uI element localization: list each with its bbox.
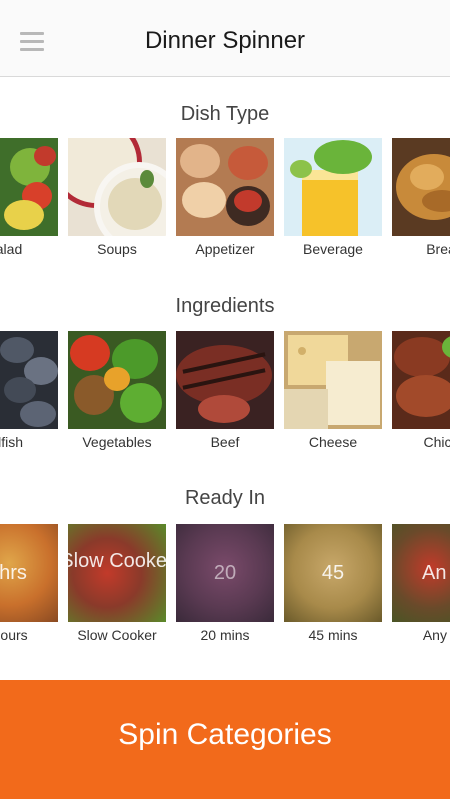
top-bar: Dinner Spinner <box>0 0 450 77</box>
ready-overlay-text: An <box>422 562 447 584</box>
section-title-ready-in: Ready In <box>184 487 266 509</box>
spin-categories-label: Spin Categories <box>118 718 332 751</box>
chicken-photo <box>392 331 450 429</box>
blurred-food-photo: 45 <box>284 524 382 622</box>
ready-tile-slow-cooker[interactable]: Slow Cooker Slow Cooker <box>68 524 166 654</box>
section-title-dish-type: Dish Type <box>180 103 270 125</box>
ready-tile-20-mins[interactable]: 20 20 mins <box>176 524 274 654</box>
ready-overlay-text: Slow Cooker <box>68 550 166 572</box>
app-title: Dinner Spinner <box>144 27 306 54</box>
beef-photo <box>176 331 274 429</box>
ingredient-tile-beef[interactable]: Beef <box>176 331 274 461</box>
dish-tile-appetizer[interactable]: Appetizer <box>176 138 274 268</box>
blurred-food-photo: Slow Cooker <box>68 524 166 622</box>
blurred-food-photo: hrs <box>0 524 58 622</box>
ready-overlay-text: 20 <box>213 562 237 584</box>
soup-photo <box>68 138 166 236</box>
shellfish-photo <box>0 331 58 429</box>
ingredient-label: Chick <box>423 434 450 450</box>
dish-tile-bread[interactable]: Brea <box>392 138 450 268</box>
dish-tile-beverage[interactable]: Beverage <box>284 138 382 268</box>
blurred-food-photo: 20 <box>176 524 274 622</box>
vegetables-photo <box>68 331 166 429</box>
ingredient-tile-cheese[interactable]: Cheese <box>284 331 382 461</box>
section-title-ingredients: Ingredients <box>175 295 275 317</box>
ready-overlay-text: hrs <box>0 562 27 584</box>
cheese-photo <box>284 331 382 429</box>
blurred-food-photo: An <box>392 524 450 622</box>
dish-type-row[interactable]: alad Soups Appetizer Beverage <box>0 138 450 268</box>
salad-photo <box>0 138 58 236</box>
ingredient-tile-vegetables[interactable]: Vegetables <box>68 331 166 461</box>
beverage-photo <box>284 138 382 236</box>
ready-label: Any T <box>422 627 450 643</box>
ready-in-row[interactable]: hrs Hours Slow Cooker Slow Cooker 20 20 … <box>0 524 450 654</box>
dish-label: Brea <box>426 241 450 257</box>
bread-photo <box>392 138 450 236</box>
spin-categories-button[interactable]: Spin Categories <box>0 680 450 799</box>
appetizer-photo <box>176 138 274 236</box>
ingredient-tile-chicken[interactable]: Chick <box>392 331 450 461</box>
ready-tile-any-time[interactable]: An Any T <box>392 524 450 654</box>
dish-tile-soups[interactable]: Soups <box>68 138 166 268</box>
ready-overlay-text: 45 <box>321 562 345 584</box>
ingredients-row[interactable]: llfish Vegetables Beef Cheese <box>0 331 450 461</box>
ready-tile-45-mins[interactable]: 45 45 mins <box>284 524 382 654</box>
